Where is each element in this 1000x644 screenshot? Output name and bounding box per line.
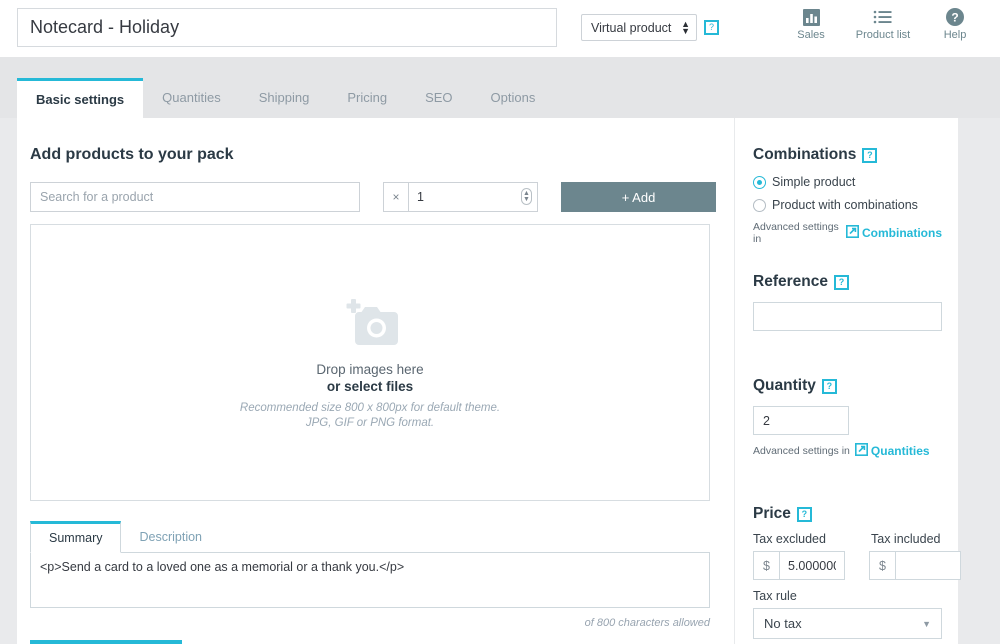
combinations-title-text: Combinations <box>753 146 856 164</box>
quantity-advanced-prefix: Advanced settings in <box>753 445 850 457</box>
radio-product-with-combinations-icon <box>753 199 766 212</box>
sales-tool[interactable]: Sales <box>782 6 840 41</box>
summary-textarea[interactable] <box>30 552 710 608</box>
tab-description[interactable]: Description <box>121 521 220 553</box>
add-button[interactable]: + Add <box>561 182 716 212</box>
quantity-section-title: Quantity ? <box>753 377 942 395</box>
currency-symbol-included: $ <box>869 551 895 580</box>
combinations-advanced-link-label: Combinations <box>862 226 942 240</box>
tax-included-input[interactable] <box>895 551 961 580</box>
quantity-field[interactable] <box>753 406 849 435</box>
reference-help-icon[interactable]: ? <box>834 275 849 290</box>
radio-simple-product-icon <box>753 176 766 189</box>
tax-rule-select[interactable]: No tax ▼ <box>753 608 942 639</box>
tab-basic-settings[interactable]: Basic settings <box>17 78 143 118</box>
radio-product-with-combinations-label: Product with combinations <box>772 198 918 212</box>
dropzone-line-4: JPG, GIF or PNG format. <box>306 417 434 429</box>
tab-seo[interactable]: SEO <box>406 78 471 118</box>
price-help-icon[interactable]: ? <box>797 507 812 522</box>
product-type-value: Virtual product <box>591 21 671 35</box>
combinations-advanced-link[interactable]: Combinations <box>846 225 942 241</box>
quantity-title-text: Quantity <box>753 377 816 395</box>
page-title: Add products to your pack <box>30 146 723 164</box>
tab-quantities[interactable]: Quantities <box>143 78 240 118</box>
save-button[interactable] <box>30 640 182 644</box>
add-photo-icon <box>339 297 401 352</box>
chevron-updown-icon: ▲▼ <box>681 21 690 35</box>
chevron-down-icon: ▼ <box>922 619 931 629</box>
quantity-advanced-row: Advanced settings in Quantities <box>753 443 942 459</box>
svg-text:?: ? <box>951 11 958 25</box>
multiply-symbol: × <box>383 182 408 212</box>
quantity-advanced-link[interactable]: Quantities <box>855 443 930 459</box>
product-list-tool[interactable]: Product list <box>854 6 912 41</box>
right-sidebar: Combinations ? Simple product Product wi… <box>734 118 958 644</box>
quantity-stepper: × ▲▼ <box>383 182 538 212</box>
price-title-text: Price <box>753 505 791 523</box>
tab-pricing[interactable]: Pricing <box>328 78 406 118</box>
tab-bar: Basic settings Quantities Shipping Prici… <box>0 57 1000 118</box>
help-tool[interactable]: ? Help <box>926 6 984 41</box>
reference-section-title: Reference ? <box>753 273 942 291</box>
quantity-input-wrap: ▲▼ <box>408 182 538 212</box>
product-edit-page: Virtual product ▲▼ ? Sales <box>0 0 1000 644</box>
help-tool-label: Help <box>926 29 984 41</box>
tax-excluded-group: $ <box>753 551 845 580</box>
header-tools: Sales Product list <box>782 6 984 41</box>
help-circle-icon: ? <box>926 6 984 28</box>
search-input[interactable] <box>30 182 360 212</box>
combinations-advanced-row: Advanced settings in Combinations <box>753 221 942 245</box>
tab-shipping[interactable]: Shipping <box>240 78 329 118</box>
price-inputs-row: $ $ <box>753 551 942 580</box>
product-title-input[interactable] <box>17 8 557 47</box>
tax-excluded-label: Tax excluded <box>753 532 871 546</box>
currency-symbol-excluded: $ <box>753 551 779 580</box>
description-tab-list: Summary Description <box>30 521 723 553</box>
reference-input[interactable] <box>753 302 942 331</box>
dropzone-line-1: Drop images here <box>316 362 423 377</box>
external-link-icon <box>855 443 868 459</box>
dropzone-select-files[interactable]: or select files <box>327 379 413 394</box>
price-section-title: Price ? <box>753 505 942 523</box>
external-link-icon <box>846 225 859 241</box>
dropzone-line-3: Recommended size 800 x 800px for default… <box>240 402 500 414</box>
product-type-select[interactable]: Virtual product ▲▼ <box>581 14 697 41</box>
list-icon <box>854 6 912 28</box>
spinner-updown-icon[interactable]: ▲▼ <box>521 188 532 205</box>
price-labels-row: Tax excluded Tax included <box>753 532 942 546</box>
left-column: Add products to your pack × ▲▼ + Add <box>30 118 723 629</box>
image-dropzone[interactable]: Drop images here or select files Recomme… <box>30 224 710 501</box>
tax-rule-label: Tax rule <box>753 589 942 603</box>
page-header: Virtual product ▲▼ ? Sales <box>0 0 1000 57</box>
tax-included-label: Tax included <box>871 532 941 546</box>
tax-included-group: $ <box>869 551 961 580</box>
quantity-input[interactable] <box>408 182 538 212</box>
tab-options[interactable]: Options <box>472 78 555 118</box>
product-list-tool-label: Product list <box>854 29 912 41</box>
product-type-help-icon[interactable]: ? <box>704 20 719 35</box>
radio-simple-product-label: Simple product <box>772 175 855 189</box>
radio-product-with-combinations[interactable]: Product with combinations <box>753 198 942 212</box>
tax-excluded-input[interactable] <box>779 551 845 580</box>
bar-chart-icon <box>782 6 840 28</box>
quantity-help-icon[interactable]: ? <box>822 379 837 394</box>
sales-tool-label: Sales <box>782 29 840 41</box>
combinations-advanced-prefix: Advanced settings in <box>753 221 841 245</box>
tax-rule-value: No tax <box>764 616 802 631</box>
quantity-advanced-link-label: Quantities <box>871 444 930 458</box>
character-limit-note: of 800 characters allowed <box>30 617 710 629</box>
combinations-help-icon[interactable]: ? <box>862 148 877 163</box>
tab-list: Basic settings Quantities Shipping Prici… <box>17 60 554 118</box>
tab-summary[interactable]: Summary <box>30 521 121 553</box>
reference-title-text: Reference <box>753 273 828 291</box>
combinations-section-title: Combinations ? <box>753 146 942 164</box>
radio-simple-product[interactable]: Simple product <box>753 175 942 189</box>
add-product-row: × ▲▼ + Add <box>30 182 723 212</box>
content-panel: Add products to your pack × ▲▼ + Add <box>17 118 958 644</box>
